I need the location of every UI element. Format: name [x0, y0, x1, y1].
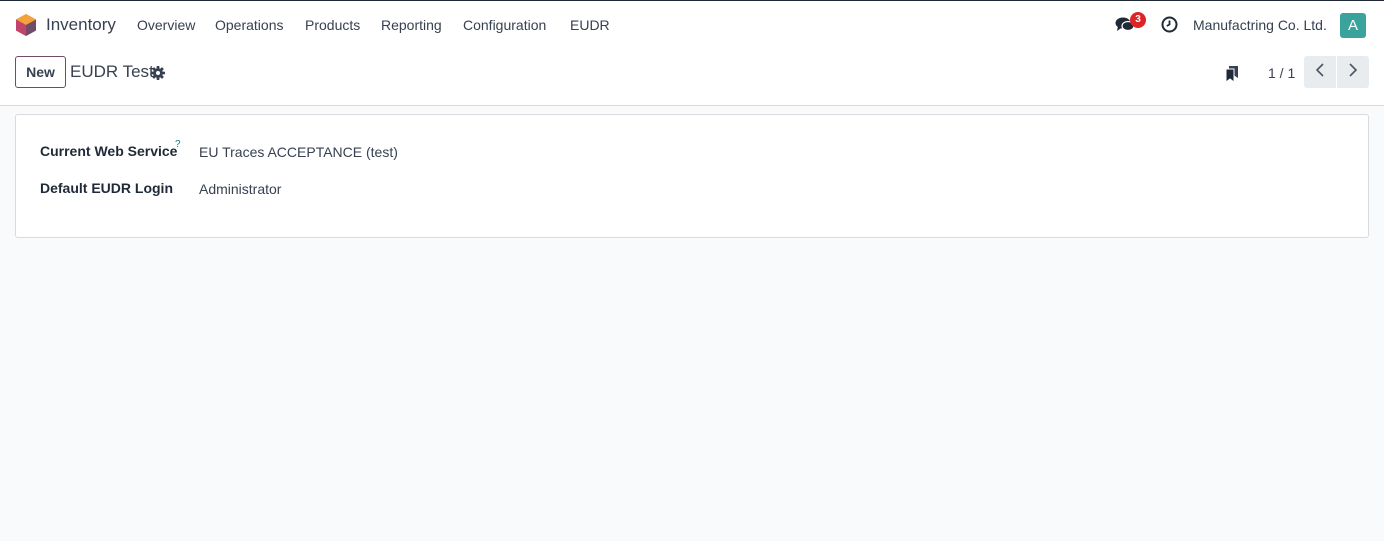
company-switcher[interactable]: Manufactring Co. Ltd. [1193, 17, 1327, 33]
messages-count-badge: 3 [1130, 12, 1146, 28]
pager-previous-button[interactable] [1304, 56, 1336, 88]
clock-icon[interactable] [1161, 16, 1178, 38]
bookmark-icon[interactable] [1224, 65, 1240, 88]
app-name[interactable]: Inventory [46, 15, 116, 35]
field-label-default-eudr-login: Default EUDR Login [40, 180, 173, 196]
form-sheet: Current Web Service ? EU Traces ACCEPTAN… [15, 114, 1369, 238]
gear-icon[interactable] [151, 66, 165, 85]
menu-configuration[interactable]: Configuration [463, 17, 546, 33]
control-panel: New EUDR Test 1 / 1 [0, 48, 1384, 106]
app-logo-icon[interactable] [15, 13, 37, 37]
user-avatar[interactable]: A [1340, 13, 1366, 38]
pager-value[interactable]: 1 / 1 [1268, 65, 1295, 81]
help-tooltip-icon[interactable]: ? [175, 139, 181, 150]
chevron-right-icon [1348, 62, 1358, 82]
field-value-default-eudr-login[interactable]: Administrator [199, 181, 281, 197]
menu-reporting[interactable]: Reporting [381, 17, 442, 33]
top-navbar: Inventory Overview Operations Products R… [0, 0, 1384, 48]
pager-next-button[interactable] [1337, 56, 1369, 88]
menu-eudr[interactable]: EUDR [570, 17, 610, 33]
record-title: EUDR Test [70, 62, 154, 81]
menu-operations[interactable]: Operations [215, 17, 283, 33]
menu-overview[interactable]: Overview [137, 17, 195, 33]
menu-products[interactable]: Products [305, 17, 360, 33]
field-value-current-web-service[interactable]: EU Traces ACCEPTANCE (test) [199, 144, 398, 160]
chevron-left-icon [1315, 62, 1325, 82]
field-label-current-web-service: Current Web Service [40, 143, 178, 159]
new-button[interactable]: New [15, 56, 66, 88]
